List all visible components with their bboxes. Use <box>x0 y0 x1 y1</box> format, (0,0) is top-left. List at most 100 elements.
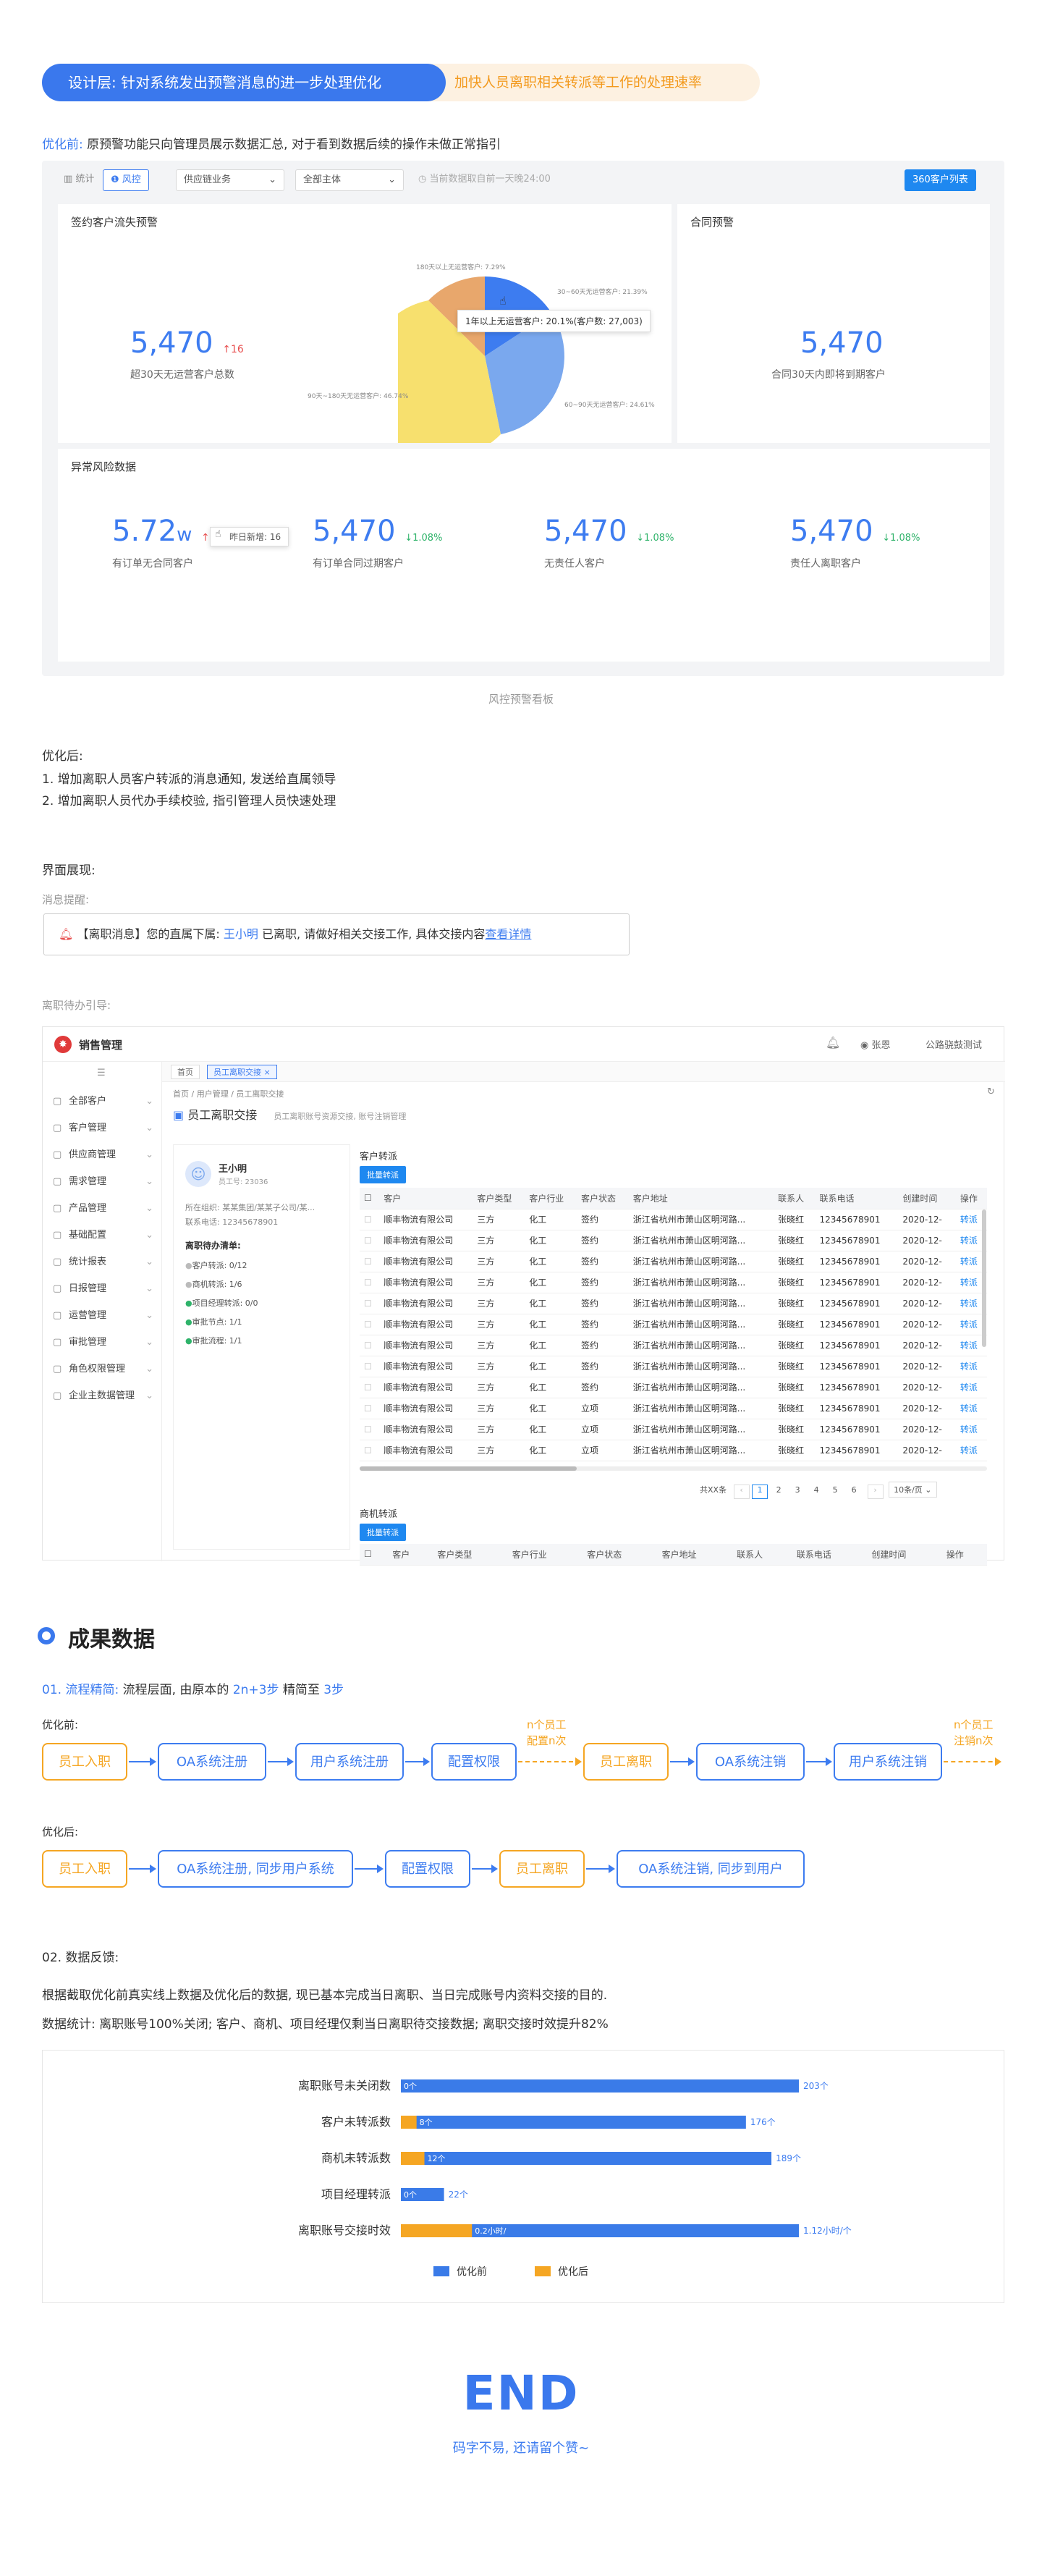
flow-arrow <box>355 1865 384 1873</box>
view-details-link[interactable]: 查看详情 <box>485 927 531 941</box>
bar-before-label: 1.12小时/个 <box>803 2226 852 2236</box>
bar-before[interactable] <box>401 2152 772 2165</box>
column-header: 客户类型 <box>433 1544 508 1566</box>
transfer-link[interactable]: 转派 <box>955 1440 987 1461</box>
bar-after-label: 12个 <box>428 2154 446 2163</box>
bar-after-label: 0.2小时/ <box>475 2226 506 2236</box>
tab-risk[interactable]: ❶ 风控 <box>103 169 149 191</box>
tab-current[interactable]: 员工离职交接 × <box>207 1065 277 1079</box>
employee-org: 所在组织: 某某集团/某某子公司/某... <box>185 1203 315 1212</box>
business-select[interactable]: 供应链业务 ⌄ <box>176 169 284 191</box>
row-checkbox[interactable]: ☐ <box>360 1440 380 1461</box>
todo-item[interactable]: ●项目经理转派: 0/0 <box>185 1297 258 1309</box>
row-checkbox[interactable]: ☐ <box>360 1272 380 1293</box>
collapse-icon[interactable]: ☰ <box>97 1068 106 1078</box>
page-number-button[interactable]: 3 <box>789 1485 805 1500</box>
bar-before[interactable] <box>401 2116 746 2129</box>
row-checkbox[interactable]: ☐ <box>360 1377 380 1398</box>
vertical-scrollbar[interactable] <box>982 1209 986 1347</box>
transfer-link[interactable]: 转派 <box>955 1398 987 1419</box>
todo-item[interactable]: ●审批节点: 1/1 <box>185 1316 242 1327</box>
todo-item[interactable]: ●审批流程: 1/1 <box>185 1335 242 1346</box>
page-number-button[interactable]: 4 <box>808 1485 824 1500</box>
prev-page-button[interactable]: ‹ <box>733 1485 750 1499</box>
table-header-row: ☐ 客户 客户类型 客户行业 客户状态 客户地址 联系人 联系电话 创建时间 操作 <box>360 1544 987 1566</box>
bar-after[interactable] <box>401 2116 417 2129</box>
sidebar-item[interactable]: ▢ 运营管理 ⌄ <box>43 1302 162 1329</box>
notification-bell-icon[interactable]: 🔔︎ <box>826 1036 840 1050</box>
horizontal-scrollbar[interactable] <box>360 1466 987 1471</box>
row-checkbox[interactable]: ☐ <box>360 1335 380 1356</box>
table-cell: 张晓红 <box>774 1356 816 1377</box>
row-checkbox[interactable]: ☐ <box>360 1293 380 1314</box>
refresh-icon[interactable]: ↻ <box>987 1086 995 1097</box>
brand-name: 销售管理 <box>79 1039 123 1052</box>
table-cell: 顺丰物流有限公司 <box>379 1293 473 1314</box>
page-number-button[interactable]: 1 <box>752 1485 768 1499</box>
row-checkbox[interactable]: ☐ <box>360 1398 380 1419</box>
table-cell: 顺丰物流有限公司 <box>379 1314 473 1335</box>
company-name[interactable]: 公路骁鼓测试 <box>925 1037 982 1051</box>
page-size-select[interactable]: 10条/页 ⌄ <box>889 1482 937 1498</box>
tab-home[interactable]: 首页 <box>171 1065 200 1079</box>
notification-message[interactable]: 🔔︎ 【离职消息】您的直属下属: 王小明 已离职, 请做好相关交接工作, 具体交… <box>43 913 630 955</box>
transfer-link[interactable]: 转派 <box>955 1419 987 1440</box>
sidebar-item[interactable]: ▢ 日报管理 ⌄ <box>43 1275 162 1302</box>
bar-after-label: 0个 <box>404 2082 417 2091</box>
table-cell: 顺丰物流有限公司 <box>379 1440 473 1461</box>
batch-transfer-button[interactable]: 批量转派 <box>360 1166 406 1183</box>
row-checkbox[interactable]: ☐ <box>360 1251 380 1272</box>
risk-title: 异常风险数据 <box>71 460 137 473</box>
employee-no: 员工号: 23036 <box>219 1178 268 1186</box>
bar-after[interactable] <box>401 2224 473 2237</box>
sidebar-item[interactable]: ▢ 需求管理 ⌄ <box>43 1168 162 1195</box>
risk2-value: 5,470 ↓1.08% <box>313 515 443 548</box>
batch-transfer-button-2[interactable]: 批量转派 <box>360 1524 406 1541</box>
row-checkbox[interactable]: ☐ <box>360 1419 380 1440</box>
select-all-checkbox[interactable]: ☐ <box>360 1188 380 1209</box>
sidebar-item[interactable]: ▢ 角色权限管理 ⌄ <box>43 1356 162 1382</box>
menu-icon: ▢ <box>53 1337 62 1348</box>
table-cell: 立项 <box>576 1419 629 1440</box>
table-cell: 12345678901 <box>815 1377 899 1398</box>
menu-icon: ▢ <box>53 1283 62 1294</box>
sidebar-item[interactable]: ▢ 产品管理 ⌄ <box>43 1195 162 1222</box>
column-header: 客户行业 <box>507 1544 583 1566</box>
bar-before-label: 22个 <box>449 2189 468 2200</box>
sidebar-item[interactable]: ▢ 审批管理 ⌄ <box>43 1329 162 1356</box>
select-all-checkbox[interactable]: ☐ <box>360 1544 389 1566</box>
page-title: ▣ 员工离职交接 员工离职账号资源交接, 账号注销管理 <box>173 1108 407 1122</box>
row-checkbox[interactable]: ☐ <box>360 1209 380 1230</box>
todo-item[interactable]: ●客户转派: 0/12 <box>185 1259 247 1271</box>
tab-stats[interactable]: ▥ 统计 <box>56 169 101 191</box>
page-number-button[interactable]: 2 <box>771 1485 787 1500</box>
table-cell: 三方 <box>473 1377 525 1398</box>
column-header: 创建时间 <box>898 1188 956 1209</box>
avatar: ☺ <box>185 1161 211 1187</box>
table-cell: 顺丰物流有限公司 <box>379 1356 473 1377</box>
bar-before[interactable] <box>401 2079 799 2093</box>
customer-360-button[interactable]: 360客户列表 <box>905 169 976 191</box>
table-row: ☐ 顺丰物流有限公司 三方 化工 签约 浙江省杭州市萧山区明河路... 张晓红 1234567… <box>360 1209 987 1230</box>
sidebar-item[interactable]: ▢ 基础配置 ⌄ <box>43 1222 162 1249</box>
row-checkbox[interactable]: ☐ <box>360 1230 380 1251</box>
sidebar-item[interactable]: ▢ 统计报表 ⌄ <box>43 1249 162 1275</box>
next-page-button[interactable]: › <box>867 1485 884 1499</box>
user-menu[interactable]: ◉ 张恩 <box>860 1037 891 1051</box>
todo-item[interactable]: ●商机转派: 1/6 <box>185 1278 242 1290</box>
sidebar-item[interactable]: ▢ 全部客户 ⌄ <box>43 1088 162 1115</box>
row-checkbox[interactable]: ☐ <box>360 1314 380 1335</box>
table-row: ☐ 顺丰物流有限公司 三方 化工 签约 浙江省杭州市萧山区明河路... 张晓红 1234567… <box>360 1230 987 1251</box>
table-cell: 立项 <box>576 1398 629 1419</box>
bar-after[interactable] <box>401 2152 425 2165</box>
sidebar-item[interactable]: ▢ 客户管理 ⌄ <box>43 1115 162 1141</box>
subject-select[interactable]: 全部主体 ⌄ <box>295 169 404 191</box>
row-checkbox[interactable]: ☐ <box>360 1356 380 1377</box>
page-number-button[interactable]: 6 <box>846 1485 862 1500</box>
sidebar-item[interactable]: ▢ 供应商管理 ⌄ <box>43 1141 162 1168</box>
sidebar-item[interactable]: ▢ 企业主数据管理 ⌄ <box>43 1382 162 1409</box>
page-number-button[interactable]: 5 <box>827 1485 843 1500</box>
transfer-link[interactable]: 转派 <box>955 1377 987 1398</box>
transfer-link[interactable]: 转派 <box>955 1356 987 1377</box>
table-cell: 张晓红 <box>774 1314 816 1335</box>
